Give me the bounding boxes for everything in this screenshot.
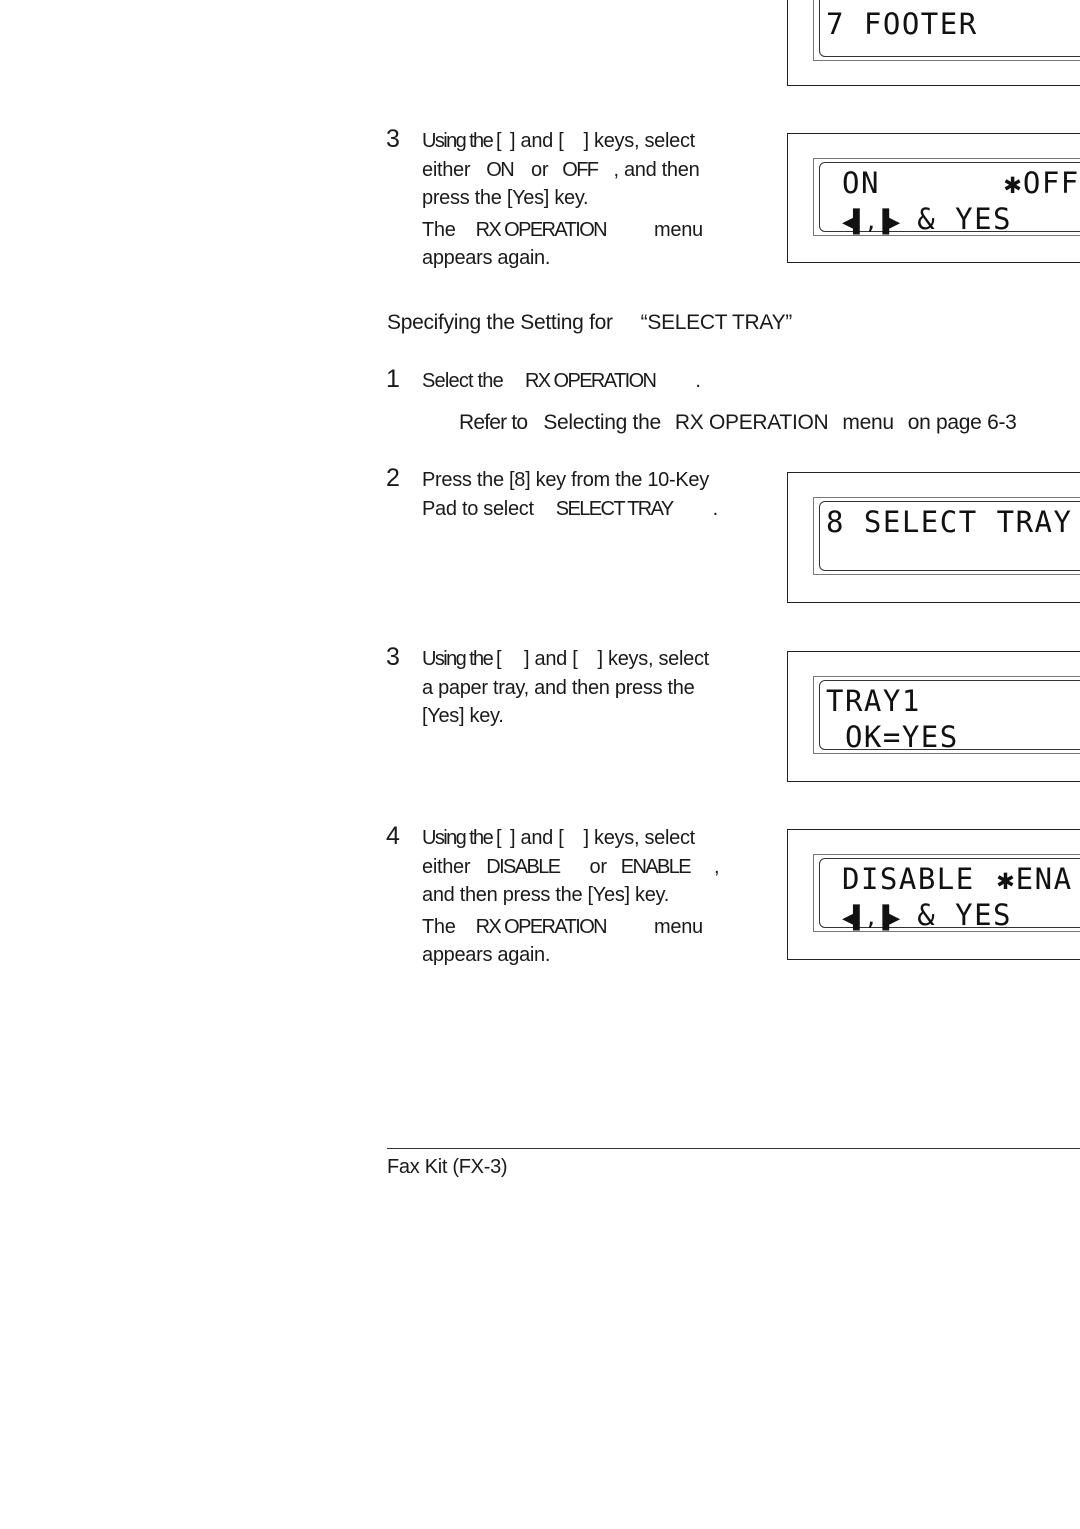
lcd-line-2: ◀▌,▐▶ & YES — [842, 201, 1012, 241]
step-number: 3 — [386, 643, 400, 671]
lcd-panel-disable-enable: DISABLE ✱ENA ◀▌,▐▶ & YES — [787, 829, 1080, 960]
text: Refer to — [459, 411, 528, 434]
cross-reference: Refer to Selecting the RX OPERATION menu on … — [459, 409, 1017, 438]
option-enable: ENABLE — [620, 855, 692, 878]
text: or — [589, 855, 607, 878]
step-number: 2 — [386, 464, 400, 492]
lcd-line-1: TRAY1 — [826, 684, 921, 718]
text: ] keys, select — [583, 130, 696, 152]
lcd-frame: ON ✱OFF ◀▌,▐▶ & YES — [813, 158, 1080, 236]
text: Specifying the Setting for — [387, 311, 613, 334]
text: ON — [842, 166, 880, 200]
lcd-line-1: 8 SELECT TRAY — [826, 505, 1073, 539]
text: Using the [ — [422, 130, 502, 152]
lcd-display: DISABLE ✱ENA ◀▌,▐▶ & YES — [819, 858, 1080, 932]
text: ] keys, select — [583, 827, 696, 849]
text: ] keys, select — [597, 648, 710, 670]
text: DISABLE — [842, 862, 975, 896]
text: & YES — [917, 898, 1013, 932]
menu-item-name: SELECT TRAY — [555, 497, 675, 520]
lcd-line-1: DISABLE ✱ENA — [842, 861, 1073, 897]
text: Pad to select — [422, 497, 534, 520]
menu-name: RX OPERATION — [475, 915, 608, 938]
text: a paper tray, and then press the — [422, 676, 695, 699]
option-off: OFF — [562, 158, 599, 181]
left-right-arrow-keys-icon: ◀▌,▐▶ — [842, 906, 900, 931]
text: The — [422, 218, 456, 241]
step-number: 3 — [386, 125, 400, 153]
lcd-display: 8 SELECT TRAY — [819, 501, 1080, 571]
text: menu — [842, 411, 894, 434]
step-number: 4 — [386, 822, 400, 850]
lcd-line-1: 7 FOOTER — [826, 7, 978, 41]
text: Using the [ — [422, 648, 502, 670]
step-2-instructions: Press the [8] key from the 10-Key Pad to… — [422, 466, 718, 523]
text: menu — [654, 218, 703, 241]
text: either — [422, 855, 471, 878]
step-3-instructions: Using the [ ] and [ ] keys, select either O… — [422, 127, 703, 273]
lcd-panel-select-tray: 8 SELECT TRAY — [787, 472, 1080, 603]
text: , and then — [613, 158, 700, 181]
text: appears again. — [422, 944, 551, 966]
text: . — [712, 497, 719, 520]
lcd-panel-tray: TRAY1 OK=YES — [787, 651, 1080, 782]
step-1-instructions: Select the RX OPERATION. — [422, 367, 701, 396]
step-4-instructions: Using the [ ] and [ ] keys, select either D… — [422, 824, 720, 970]
footer-divider — [387, 1148, 1080, 1149]
lcd-frame: TRAY1 OK=YES — [813, 676, 1080, 754]
text: [Yes] key. — [422, 705, 504, 727]
text: ] and [ — [510, 827, 564, 849]
lcd-line-1: ON ✱OFF — [842, 165, 1080, 201]
text: ✱ENA — [996, 862, 1073, 896]
text: Press the [8] key from the 10-Key — [422, 469, 709, 491]
link-text[interactable]: Selecting the — [543, 411, 661, 434]
lcd-display: ON ✱OFF ◀▌,▐▶ & YES — [819, 162, 1080, 236]
lcd-line-2: OK=YES — [826, 720, 959, 754]
option-on: ON — [486, 158, 514, 181]
text: “SELECT TRAY” — [640, 311, 793, 334]
page-reference[interactable]: on page 6-3 — [908, 411, 1017, 434]
text: appears again. — [422, 247, 551, 269]
lcd-display: 7 FOOTER — [819, 0, 1080, 57]
option-disable: DISABLE — [486, 855, 561, 878]
text: . — [695, 370, 701, 392]
text: ] and [ — [524, 648, 578, 670]
text: & YES — [917, 202, 1013, 236]
text: ] and [ — [510, 130, 564, 152]
lcd-panel-on-off: ON ✱OFF ◀▌,▐▶ & YES — [787, 133, 1080, 263]
text: press the [Yes] key. — [422, 187, 589, 209]
lcd-panel-footer: 7 FOOTER — [787, 0, 1080, 86]
lcd-line-2: ◀▌,▐▶ & YES — [842, 897, 1012, 937]
text: RX OPERATION — [674, 411, 829, 434]
text: Select the — [422, 370, 504, 392]
step-number: 1 — [386, 365, 400, 393]
lcd-frame: DISABLE ✱ENA ◀▌,▐▶ & YES — [813, 854, 1080, 932]
footer-title: Fax Kit (FX-3) — [387, 1156, 508, 1178]
step-3-instructions: Using the [ ] and [ ] keys, select a paper… — [422, 645, 709, 731]
left-right-arrow-keys-icon: ◀▌,▐▶ — [842, 210, 900, 235]
menu-name: RX OPERATION — [524, 370, 657, 392]
text: ✱OFF — [1003, 166, 1080, 200]
text: menu — [654, 915, 703, 938]
text: , — [714, 855, 720, 878]
lcd-display: TRAY1 OK=YES — [819, 680, 1080, 754]
lcd-frame: 8 SELECT TRAY — [813, 497, 1080, 575]
text: or — [531, 158, 549, 181]
text: either — [422, 158, 471, 181]
text: The — [422, 915, 456, 938]
section-heading: Specifying the Setting for “SELECT TRAY” — [387, 309, 792, 338]
text: and then press the [Yes] key. — [422, 884, 670, 906]
text: Using the [ — [422, 827, 502, 849]
menu-name: RX OPERATION — [475, 218, 608, 241]
lcd-frame: 7 FOOTER — [813, 0, 1080, 61]
